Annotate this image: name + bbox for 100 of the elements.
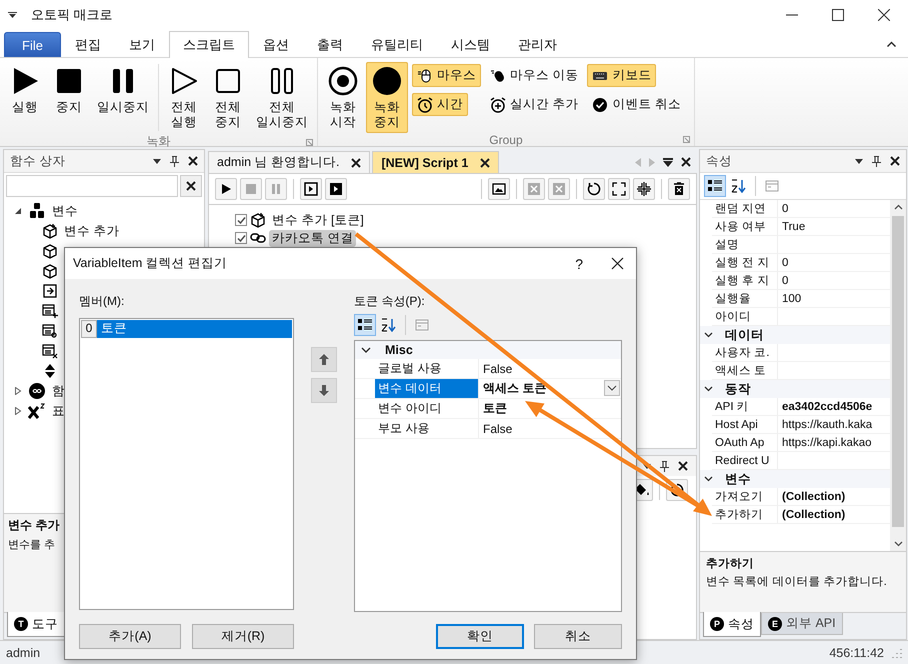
- ribbon-tab[interactable]: 출력: [302, 32, 357, 57]
- help-button[interactable]: ?: [575, 256, 583, 272]
- scroll-down-icon[interactable]: [894, 541, 902, 547]
- ribbon-button[interactable]: 전체 일시중지: [251, 62, 313, 133]
- property-name[interactable]: 사용자 코.: [712, 344, 778, 361]
- property-name[interactable]: 액세스 토: [712, 362, 778, 379]
- move-up-button[interactable]: [311, 347, 337, 372]
- ribbon-tab[interactable]: 편집: [60, 32, 115, 57]
- ribbon-tab[interactable]: 유틸리티: [356, 32, 437, 57]
- expand-chevron-icon[interactable]: [704, 476, 713, 482]
- property-value[interactable]: (Collection): [778, 490, 846, 502]
- property-value[interactable]: ea3402ccd4506e: [778, 400, 872, 412]
- panel-tab[interactable]: E 외부 API: [761, 613, 843, 635]
- property-name[interactable]: 아이디: [712, 308, 778, 325]
- property-name[interactable]: 실행 후 지: [712, 272, 778, 289]
- remove-button[interactable]: 제거(R): [192, 624, 294, 649]
- toolbar-button[interactable]: [300, 178, 322, 200]
- property-value[interactable]: https://kapi.kakao: [778, 436, 872, 448]
- property-value[interactable]: 0: [778, 274, 788, 286]
- property-value[interactable]: True: [778, 220, 806, 232]
- panel-tab[interactable]: P 속성: [703, 612, 761, 637]
- ribbon-small-button[interactable]: 키보드: [587, 64, 656, 87]
- property-value[interactable]: 0: [778, 202, 788, 214]
- close-icon[interactable]: [678, 461, 688, 471]
- ribbon-tab[interactable]: 옵션: [248, 32, 303, 57]
- menu-caret-icon[interactable]: [8, 12, 17, 18]
- property-name[interactable]: 글로벌 사용: [375, 359, 479, 378]
- property-name[interactable]: 사용 여부: [712, 218, 778, 235]
- property-name[interactable]: 가져오기: [712, 488, 778, 505]
- property-value[interactable]: False: [479, 422, 512, 436]
- tree-item[interactable]: 변수: [52, 202, 78, 220]
- ribbon-tab[interactable]: 보기: [114, 32, 169, 57]
- ribbon-button[interactable]: 녹화 중지: [366, 62, 408, 133]
- document-tab[interactable]: [NEW] Script 1: [372, 151, 500, 173]
- checkbox[interactable]: [235, 232, 247, 244]
- ribbon-tab[interactable]: 스크립트: [168, 31, 249, 58]
- close-icon[interactable]: [878, 9, 890, 21]
- toolbar-button[interactable]: [608, 178, 630, 200]
- close-icon[interactable]: [681, 157, 691, 167]
- property-value[interactable]: 0: [778, 256, 788, 268]
- pin-icon[interactable]: [660, 460, 669, 472]
- toolbar-button[interactable]: [488, 178, 510, 200]
- ribbon-button[interactable]: 전체 실행: [163, 62, 205, 133]
- toolbar-button[interactable]: [583, 178, 605, 200]
- ribbon-tab[interactable]: File: [4, 32, 61, 57]
- property-name[interactable]: 설명: [712, 236, 778, 253]
- cancel-button[interactable]: 취소: [534, 624, 622, 649]
- toolbar-button[interactable]: [668, 178, 690, 200]
- search-field[interactable]: [6, 175, 178, 197]
- scrollbar[interactable]: [890, 200, 906, 551]
- resize-grip-icon[interactable]: [892, 648, 902, 658]
- property-name[interactable]: 실행 전 지: [712, 254, 778, 271]
- member-item[interactable]: 토큰: [97, 320, 292, 338]
- tree-item[interactable]: 표: [52, 402, 65, 420]
- add-button[interactable]: 추가(A): [79, 624, 181, 649]
- toolbar-button[interactable]: [215, 178, 237, 200]
- expanded-arrow-icon[interactable]: [14, 207, 22, 215]
- property-name[interactable]: 변수 아이디: [375, 399, 479, 418]
- ok-button[interactable]: 확인: [436, 624, 524, 649]
- maximize-icon[interactable]: [832, 9, 844, 21]
- expand-chevron-icon[interactable]: [704, 386, 713, 392]
- dialog-launcher-icon[interactable]: [682, 136, 690, 143]
- move-down-button[interactable]: [311, 378, 337, 403]
- property-name[interactable]: 실행율: [712, 290, 778, 307]
- toolbar-button[interactable]: [325, 178, 347, 200]
- ribbon-button[interactable]: 전체 중지: [207, 62, 249, 133]
- collapse-ribbon-icon[interactable]: [887, 40, 896, 46]
- expand-chevron-icon[interactable]: [704, 332, 713, 338]
- ribbon-button[interactable]: 중지: [48, 62, 90, 118]
- tree-item[interactable]: 함: [52, 382, 65, 400]
- close-icon[interactable]: [611, 257, 624, 270]
- property-value[interactable]: False: [479, 362, 512, 376]
- clear-search-button[interactable]: [180, 175, 202, 197]
- property-name[interactable]: Redirect U: [712, 452, 778, 469]
- property-name[interactable]: 변수 데이터: [375, 379, 479, 398]
- checkbox[interactable]: [235, 214, 247, 226]
- ribbon-small-button[interactable]: 이벤트 취소: [587, 93, 686, 116]
- property-name[interactable]: 랜덤 지연: [712, 200, 778, 217]
- ribbon-small-button[interactable]: 마우스 이동: [485, 64, 584, 87]
- property-name[interactable]: Host Api: [712, 416, 778, 433]
- property-name[interactable]: OAuth Ap: [712, 434, 778, 451]
- ribbon-button[interactable]: 일시중지: [92, 62, 154, 118]
- property-name[interactable]: API 키: [712, 398, 778, 415]
- property-value[interactable]: (Collection): [778, 508, 846, 520]
- ribbon-small-button[interactable]: 실시간 추가: [485, 93, 584, 116]
- property-name[interactable]: 부모 사용: [375, 419, 479, 438]
- dropdown-button[interactable]: [604, 380, 620, 396]
- pin-icon[interactable]: [872, 156, 881, 166]
- script-line[interactable]: 변수 추가 [토큰]: [269, 212, 367, 228]
- close-icon[interactable]: [890, 156, 900, 166]
- property-value[interactable]: 토큰: [479, 400, 507, 417]
- ribbon-button[interactable]: 실행: [4, 62, 46, 118]
- pin-icon[interactable]: [170, 156, 179, 166]
- ribbon-small-button[interactable]: 마우스: [412, 64, 481, 87]
- dropdown-icon[interactable]: [855, 158, 863, 164]
- property-value[interactable]: https://kauth.kaka: [778, 418, 872, 430]
- collapsed-arrow-icon[interactable]: [14, 407, 22, 415]
- categorized-button[interactable]: [704, 175, 726, 197]
- ribbon-small-button[interactable]: 시간: [412, 93, 468, 116]
- tree-item[interactable]: 변수 추가: [64, 222, 120, 240]
